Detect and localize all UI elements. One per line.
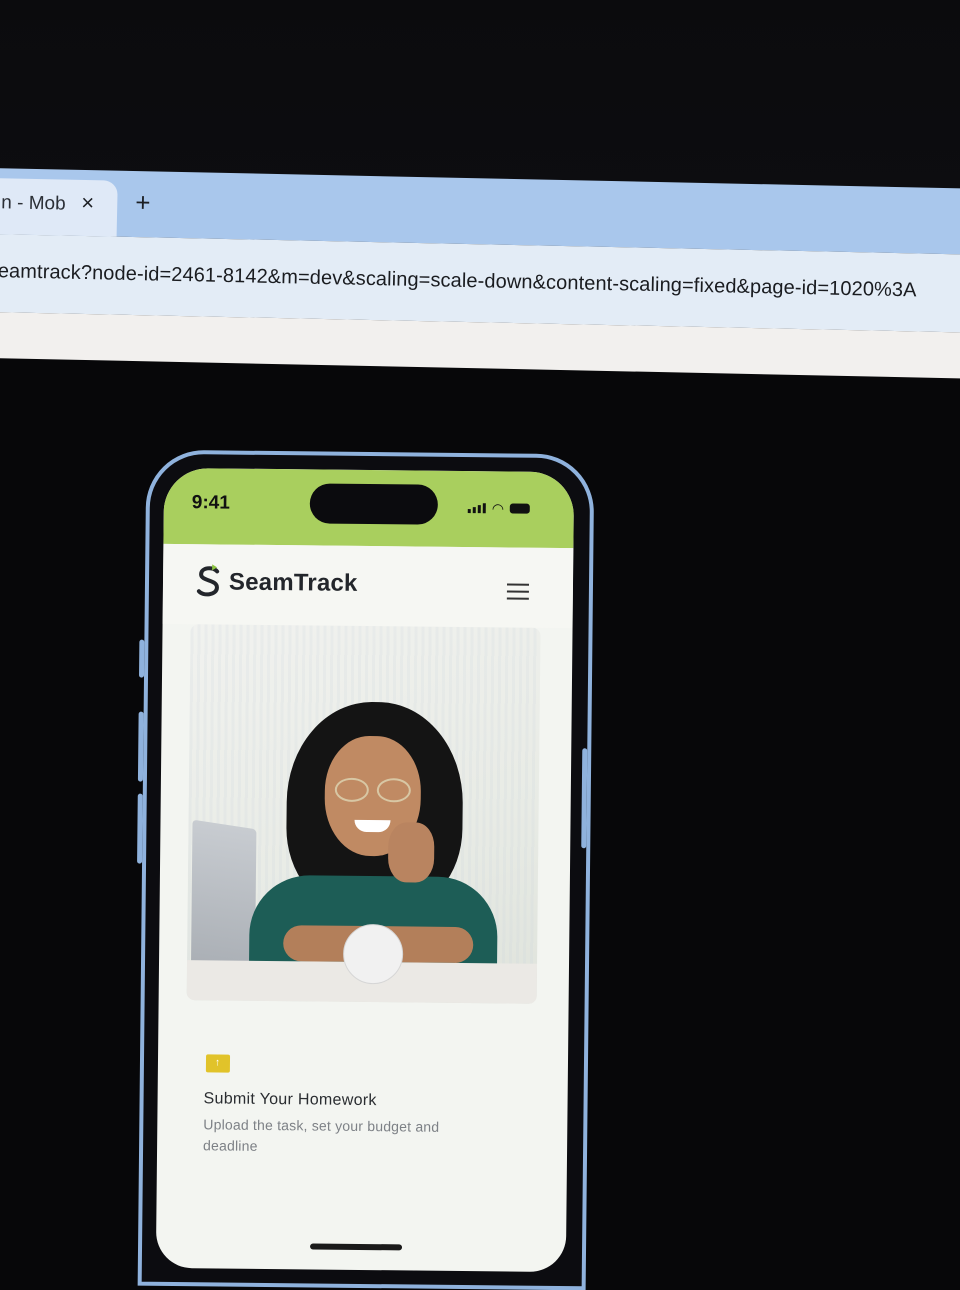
close-tab-icon[interactable]: × — [81, 190, 94, 216]
seamtrack-logo-icon[interactable] — [195, 564, 223, 600]
phone-side-button — [139, 639, 145, 678]
folder-upload-icon: ↑ — [205, 1054, 231, 1073]
feature-description: Upload the task, set your budget and dea… — [203, 1116, 440, 1154]
phone-side-button — [137, 793, 143, 864]
person-glasses — [334, 777, 411, 803]
tab-title: n - Mob — [1, 192, 66, 215]
phone-side-button — [137, 711, 144, 782]
new-tab-button[interactable]: + — [135, 187, 151, 218]
phone-power-button — [581, 748, 588, 849]
monitor-bezel — [0, 0, 960, 200]
home-indicator[interactable] — [310, 1243, 403, 1251]
mug — [342, 923, 404, 985]
feature-title: Submit Your Homework — [203, 1090, 377, 1110]
brand-name[interactable]: SeamTrack — [229, 569, 358, 598]
url-text[interactable]: eamtrack?node-id=2461-8142&m=dev&scaling… — [0, 260, 917, 302]
browser-window: n - Mob × + eamtrack?node-id=2461-8142&m… — [0, 168, 960, 389]
battery-icon — [509, 503, 531, 514]
browser-tab[interactable]: n - Mob × — [0, 177, 118, 237]
hamburger-menu-icon[interactable] — [506, 583, 530, 604]
wifi-icon: ◠ — [491, 500, 505, 517]
status-bar: 9:41 ◠ — [163, 467, 575, 549]
laptop-illustration — [190, 819, 257, 980]
person-hand — [387, 822, 435, 883]
app-header: SeamTrack — [162, 543, 574, 629]
phone-frame: 9:41 ◠ SeamTrack ↑ Submit Your Homework … — [137, 449, 595, 1290]
signal-icon — [467, 503, 486, 514]
status-time: 9:41 — [191, 492, 230, 514]
phone-screen: 9:41 ◠ SeamTrack ↑ Submit Your Homework … — [155, 467, 575, 1273]
dynamic-island — [309, 483, 439, 525]
status-icons: ◠ — [467, 500, 531, 517]
hero-image — [186, 624, 541, 1004]
